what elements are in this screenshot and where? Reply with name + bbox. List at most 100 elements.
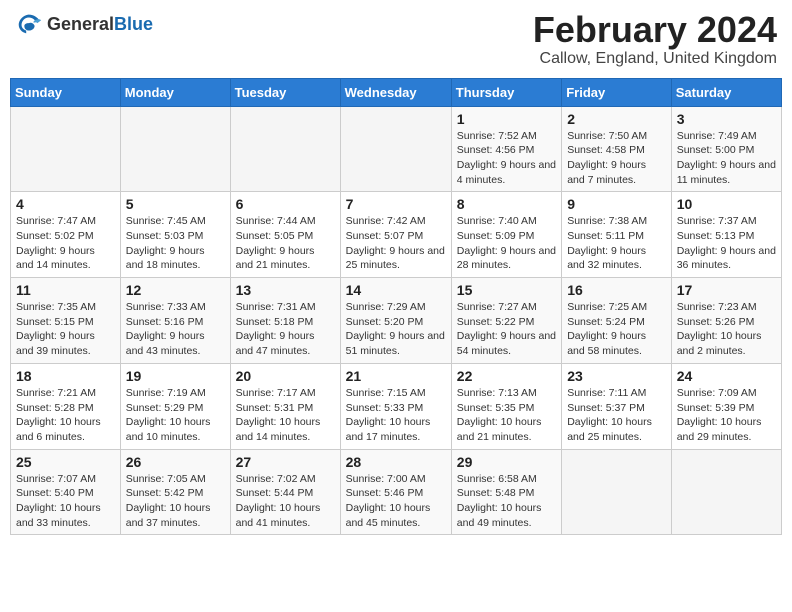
day-number: 16: [567, 282, 666, 298]
calendar-cell: 20 Sunrise: 7:17 AM Sunset: 5:31 PM Dayli…: [230, 363, 340, 449]
calendar-cell: 23 Sunrise: 7:11 AM Sunset: 5:37 PM Dayli…: [562, 363, 672, 449]
calendar-cell: 9 Sunrise: 7:38 AM Sunset: 5:11 PM Daylig…: [562, 192, 672, 278]
calendar-header-monday: Monday: [120, 78, 230, 106]
logo-general-text: General: [47, 14, 114, 34]
day-number: 9: [567, 196, 666, 212]
calendar-cell: 21 Sunrise: 7:15 AM Sunset: 5:33 PM Dayli…: [340, 363, 451, 449]
day-number: 24: [677, 368, 776, 384]
day-info: Sunrise: 7:40 AM Sunset: 5:09 PM Dayligh…: [457, 214, 556, 273]
calendar-cell: 10 Sunrise: 7:37 AM Sunset: 5:13 PM Dayli…: [671, 192, 781, 278]
calendar-cell: 27Sunrise: 7:02 AM Sunset: 5:44 PM Dayli…: [230, 449, 340, 535]
calendar-cell: 6 Sunrise: 7:44 AM Sunset: 5:05 PM Daylig…: [230, 192, 340, 278]
logo-bird-icon: [15, 10, 43, 38]
day-number: 6: [236, 196, 335, 212]
calendar-cell: [11, 106, 121, 192]
day-number: 12: [126, 282, 225, 298]
title-area: February 2024 Callow, England, United Ki…: [533, 10, 777, 68]
calendar-cell: 4 Sunrise: 7:47 AM Sunset: 5:02 PM Daylig…: [11, 192, 121, 278]
calendar-header-thursday: Thursday: [451, 78, 561, 106]
day-info: Sunrise: 7:29 AM Sunset: 5:20 PM Dayligh…: [346, 300, 446, 359]
day-info: Sunrise: 7:49 AM Sunset: 5:00 PM Dayligh…: [677, 129, 776, 188]
calendar-week-row: 11 Sunrise: 7:35 AM Sunset: 5:15 PM Dayli…: [11, 278, 782, 364]
day-info: Sunrise: 7:13 AM Sunset: 5:35 PM Dayligh…: [457, 386, 556, 445]
calendar-cell: [671, 449, 781, 535]
day-info: Sunrise: 7:52 AM Sunset: 4:56 PM Dayligh…: [457, 129, 556, 188]
calendar-cell: 22 Sunrise: 7:13 AM Sunset: 5:35 PM Dayli…: [451, 363, 561, 449]
calendar-cell: 26Sunrise: 7:05 AM Sunset: 5:42 PM Dayli…: [120, 449, 230, 535]
calendar-table: SundayMondayTuesdayWednesdayThursdayFrid…: [10, 78, 782, 536]
day-number: 1: [457, 111, 556, 127]
month-year-title: February 2024: [533, 10, 777, 50]
day-number: 18: [16, 368, 115, 384]
day-info: Sunrise: 7:35 AM Sunset: 5:15 PM Dayligh…: [16, 300, 115, 359]
day-info: Sunrise: 7:33 AM Sunset: 5:16 PM Dayligh…: [126, 300, 225, 359]
calendar-header-friday: Friday: [562, 78, 672, 106]
logo: GeneralBlue: [15, 10, 153, 38]
day-info: Sunrise: 7:47 AM Sunset: 5:02 PM Dayligh…: [16, 214, 115, 273]
day-number: 22: [457, 368, 556, 384]
day-number: 5: [126, 196, 225, 212]
calendar-week-row: 25 Sunrise: 7:07 AM Sunset: 5:40 PM Dayli…: [11, 449, 782, 535]
day-info: Sunrise: 7:11 AM Sunset: 5:37 PM Dayligh…: [567, 386, 666, 445]
calendar-cell: 3 Sunrise: 7:49 AM Sunset: 5:00 PM Daylig…: [671, 106, 781, 192]
calendar-header-wednesday: Wednesday: [340, 78, 451, 106]
calendar-cell: 28 Sunrise: 7:00 AM Sunset: 5:46 PM Dayli…: [340, 449, 451, 535]
calendar-week-row: 1 Sunrise: 7:52 AM Sunset: 4:56 PM Daylig…: [11, 106, 782, 192]
day-info: Sunrise: 7:21 AM Sunset: 5:28 PM Dayligh…: [16, 386, 115, 445]
day-info: Sunrise: 7:15 AM Sunset: 5:33 PM Dayligh…: [346, 386, 446, 445]
day-info: Sunrise: 7:09 AM Sunset: 5:39 PM Dayligh…: [677, 386, 776, 445]
day-info: Sunrise: 7:17 AM Sunset: 5:31 PM Dayligh…: [236, 386, 335, 445]
calendar-cell: 13 Sunrise: 7:31 AM Sunset: 5:18 PM Dayli…: [230, 278, 340, 364]
day-number: 15: [457, 282, 556, 298]
day-info: Sunrise: 7:44 AM Sunset: 5:05 PM Dayligh…: [236, 214, 335, 273]
calendar-cell: 7 Sunrise: 7:42 AM Sunset: 5:07 PM Daylig…: [340, 192, 451, 278]
calendar-header-tuesday: Tuesday: [230, 78, 340, 106]
day-info: Sunrise: 7:00 AM Sunset: 5:46 PM Dayligh…: [346, 472, 446, 531]
calendar-cell: [562, 449, 672, 535]
day-number: 13: [236, 282, 335, 298]
day-number: 28: [346, 454, 446, 470]
day-number: 11: [16, 282, 115, 298]
day-info: Sunrise: 7:27 AM Sunset: 5:22 PM Dayligh…: [457, 300, 556, 359]
day-number: 7: [346, 196, 446, 212]
day-number: 2: [567, 111, 666, 127]
day-info: Sunrise: 7:05 AM Sunset: 5:42 PM Dayligh…: [126, 472, 225, 531]
calendar-cell: [120, 106, 230, 192]
day-info: Sunrise: 7:31 AM Sunset: 5:18 PM Dayligh…: [236, 300, 335, 359]
location-subtitle: Callow, England, United Kingdom: [533, 50, 777, 68]
day-info: Sunrise: 7:25 AM Sunset: 5:24 PM Dayligh…: [567, 300, 666, 359]
day-number: 21: [346, 368, 446, 384]
calendar-cell: 19 Sunrise: 7:19 AM Sunset: 5:29 PM Dayli…: [120, 363, 230, 449]
calendar-cell: 24 Sunrise: 7:09 AM Sunset: 5:39 PM Dayli…: [671, 363, 781, 449]
day-info: Sunrise: 7:38 AM Sunset: 5:11 PM Dayligh…: [567, 214, 666, 273]
logo-blue-text: Blue: [114, 14, 153, 34]
day-info: Sunrise: 7:07 AM Sunset: 5:40 PM Dayligh…: [16, 472, 115, 531]
day-number: 20: [236, 368, 335, 384]
calendar-cell: 18 Sunrise: 7:21 AM Sunset: 5:28 PM Dayli…: [11, 363, 121, 449]
calendar-cell: 12 Sunrise: 7:33 AM Sunset: 5:16 PM Dayli…: [120, 278, 230, 364]
calendar-cell: 5 Sunrise: 7:45 AM Sunset: 5:03 PM Daylig…: [120, 192, 230, 278]
calendar-cell: 17 Sunrise: 7:23 AM Sunset: 5:26 PM Dayli…: [671, 278, 781, 364]
day-info: Sunrise: 7:45 AM Sunset: 5:03 PM Dayligh…: [126, 214, 225, 273]
day-info: Sunrise: 7:23 AM Sunset: 5:26 PM Dayligh…: [677, 300, 776, 359]
day-number: 19: [126, 368, 225, 384]
day-number: 4: [16, 196, 115, 212]
calendar-cell: 8Sunrise: 7:40 AM Sunset: 5:09 PM Daylig…: [451, 192, 561, 278]
day-number: 23: [567, 368, 666, 384]
calendar-cell: [230, 106, 340, 192]
calendar-cell: 29 Sunrise: 6:58 AM Sunset: 5:48 PM Dayli…: [451, 449, 561, 535]
day-info: Sunrise: 7:37 AM Sunset: 5:13 PM Dayligh…: [677, 214, 776, 273]
day-info: Sunrise: 6:58 AM Sunset: 5:48 PM Dayligh…: [457, 472, 556, 531]
day-number: 25: [16, 454, 115, 470]
calendar-cell: 15 Sunrise: 7:27 AM Sunset: 5:22 PM Dayli…: [451, 278, 561, 364]
day-number: 17: [677, 282, 776, 298]
day-number: 3: [677, 111, 776, 127]
day-number: 10: [677, 196, 776, 212]
calendar-cell: 1 Sunrise: 7:52 AM Sunset: 4:56 PM Daylig…: [451, 106, 561, 192]
day-number: 29: [457, 454, 556, 470]
calendar-cell: [340, 106, 451, 192]
day-info: Sunrise: 7:19 AM Sunset: 5:29 PM Dayligh…: [126, 386, 225, 445]
day-info: Sunrise: 7:42 AM Sunset: 5:07 PM Dayligh…: [346, 214, 446, 273]
calendar-cell: 16 Sunrise: 7:25 AM Sunset: 5:24 PM Dayli…: [562, 278, 672, 364]
calendar-header-saturday: Saturday: [671, 78, 781, 106]
